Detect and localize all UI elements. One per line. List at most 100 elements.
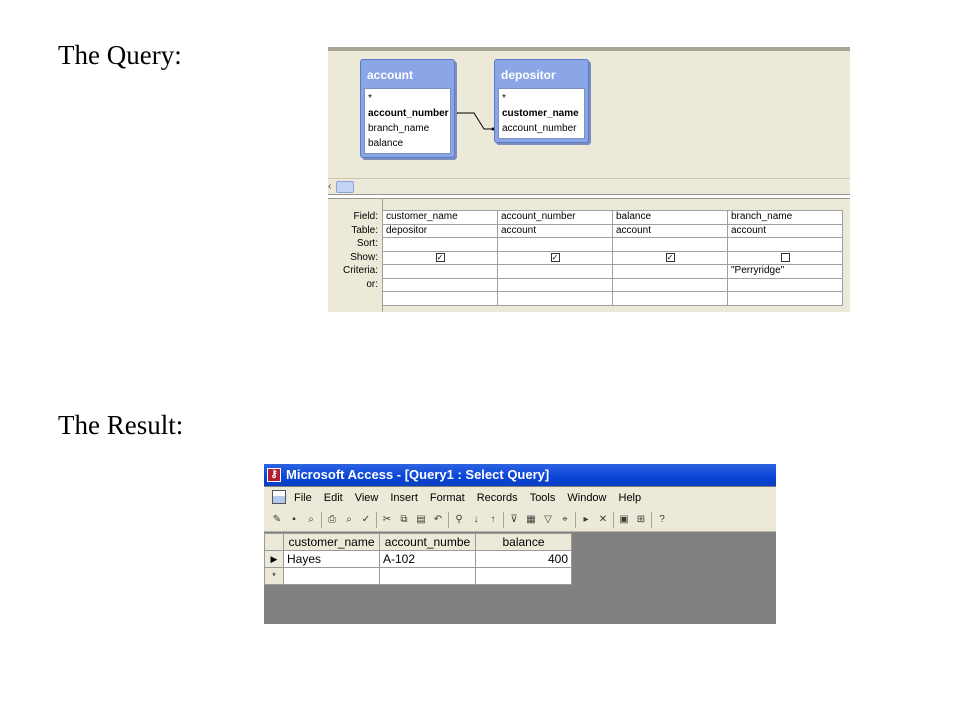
new-record-row: * [264, 567, 572, 585]
filter-form-icon[interactable]: ▦ [524, 513, 538, 527]
cut-icon[interactable]: ✂ [380, 513, 394, 527]
row-label-or: or: [366, 278, 378, 290]
menu-file[interactable]: File [294, 492, 312, 504]
new-record-icon[interactable]: * [264, 567, 284, 585]
menu-format[interactable]: Format [430, 492, 465, 504]
grid-row-show: ✓ ✓ ✓ [382, 250, 843, 265]
filter-selection-icon[interactable]: ⊽ [507, 513, 521, 527]
grid-row-sort [382, 237, 843, 252]
scroll-thumb[interactable] [336, 181, 354, 193]
sort-ascending-icon[interactable]: ↓ [469, 513, 483, 527]
table-cell[interactable] [475, 567, 572, 585]
table-cell[interactable]: A-102 [379, 550, 476, 568]
grid-cell[interactable]: "Perryridge" [727, 264, 843, 279]
toolbar: ✎ ▪ ⌕ ⎙ ⌕ ✓ ✂ ⧉ ▤ ↶ ⚲ ↓ ↑ ⊽ ▦ ▽ ⌖ ▸ ✕ ▣ [264, 508, 776, 532]
menu-insert[interactable]: Insert [390, 492, 418, 504]
row-label-criteria: Criteria: [342, 265, 378, 276]
show-checkbox[interactable] [780, 252, 790, 262]
grid-cell[interactable]: balance [612, 210, 728, 225]
table-box-depositor[interactable]: depositor * customer_name account_number [494, 59, 589, 143]
query-design-view: account * account_number branch_name bal… [328, 47, 850, 312]
toolbar-separator [321, 512, 322, 528]
grid-cell[interactable] [382, 237, 498, 252]
grid-cell[interactable]: depositor [382, 223, 498, 238]
field-item[interactable]: account_number [502, 121, 581, 136]
apply-filter-icon[interactable]: ▽ [541, 513, 555, 527]
row-label-table: Table: [351, 224, 378, 236]
grid-cell[interactable]: account [497, 223, 613, 238]
datasheet-icon[interactable] [272, 490, 286, 504]
scroll-left-icon[interactable]: ‹ [328, 181, 336, 193]
grid-cell[interactable] [382, 264, 498, 279]
grid-cell[interactable] [382, 277, 498, 292]
column-header[interactable]: customer_name [283, 533, 380, 551]
grid-cell[interactable] [612, 277, 728, 292]
new-record-icon[interactable]: ▸ [579, 513, 593, 527]
toolbar-separator [613, 512, 614, 528]
grid-cell[interactable] [497, 237, 613, 252]
grid-cell[interactable] [727, 237, 843, 252]
field-list: * customer_name account_number [498, 88, 585, 139]
table-cell[interactable]: Hayes [283, 550, 380, 568]
grid-cell[interactable] [612, 264, 728, 279]
search-icon[interactable]: ⌕ [304, 513, 318, 527]
hyperlink-icon[interactable]: ⚲ [452, 513, 466, 527]
header-corner[interactable] [264, 533, 284, 551]
database-window-icon[interactable]: ▣ [617, 513, 631, 527]
column-header[interactable]: balance [475, 533, 572, 551]
grid-cell[interactable] [497, 277, 613, 292]
field-item[interactable]: * [502, 91, 581, 106]
menu-view[interactable]: View [355, 492, 379, 504]
current-record-icon[interactable]: ▶ [264, 550, 284, 568]
field-item[interactable]: * [368, 91, 447, 106]
show-checkbox[interactable]: ✓ [550, 252, 560, 262]
undo-icon[interactable]: ↶ [431, 513, 445, 527]
grid-cell[interactable]: customer_name [382, 210, 498, 225]
grid-cell[interactable]: branch_name [727, 210, 843, 225]
delete-record-icon[interactable]: ✕ [596, 513, 610, 527]
sort-descending-icon[interactable]: ↑ [486, 513, 500, 527]
toolbar-separator [376, 512, 377, 528]
query-heading: The Query: [58, 40, 182, 70]
help-icon[interactable]: ? [655, 513, 669, 527]
table-row: ▶ Hayes A-102 400 [264, 550, 572, 568]
field-item[interactable]: account_number [368, 106, 449, 121]
menu-items: File Edit View Insert Format Records Too… [294, 487, 653, 508]
menu-edit[interactable]: Edit [324, 492, 343, 504]
grid-cell[interactable] [727, 277, 843, 292]
table-cell[interactable] [379, 567, 476, 585]
grid-cell[interactable]: account [612, 223, 728, 238]
column-header[interactable]: account_numbe [379, 533, 476, 551]
grid-cell[interactable] [497, 264, 613, 279]
menu-help[interactable]: Help [619, 492, 642, 504]
show-checkbox[interactable]: ✓ [435, 252, 445, 262]
field-item[interactable]: balance [368, 136, 447, 151]
field-item[interactable]: branch_name [368, 121, 447, 136]
access-key-icon: ⚷ [267, 468, 281, 482]
spelling-icon[interactable]: ✓ [359, 513, 373, 527]
field-item[interactable]: customer_name [502, 106, 581, 121]
menu-records[interactable]: Records [477, 492, 518, 504]
new-object-icon[interactable]: ⊞ [634, 513, 648, 527]
horizontal-scrollbar[interactable]: ‹ [328, 178, 850, 194]
table-box-account[interactable]: account * account_number branch_name bal… [360, 59, 455, 158]
menu-tools[interactable]: Tools [530, 492, 556, 504]
grid-row-table: depositor account account account [382, 223, 843, 238]
table-cell[interactable]: 400 [475, 550, 572, 568]
window-title-bar[interactable]: ⚷ Microsoft Access - [Query1 : Select Qu… [264, 464, 776, 486]
paste-icon[interactable]: ▤ [414, 513, 428, 527]
show-checkbox[interactable]: ✓ [665, 252, 675, 262]
print-icon[interactable]: ⎙ [325, 513, 339, 527]
table-cell[interactable] [283, 567, 380, 585]
design-grid: customer_name account_number balance bra… [382, 210, 843, 306]
grid-cell[interactable]: account_number [497, 210, 613, 225]
copy-icon[interactable]: ⧉ [397, 513, 411, 527]
grid-cell[interactable]: account [727, 223, 843, 238]
print-preview-icon[interactable]: ⌕ [342, 513, 356, 527]
find-icon[interactable]: ⌖ [558, 513, 572, 527]
view-icon[interactable]: ✎ [270, 513, 284, 527]
toolbar-separator [448, 512, 449, 528]
save-icon[interactable]: ▪ [287, 513, 301, 527]
menu-window[interactable]: Window [567, 492, 606, 504]
grid-cell[interactable] [612, 237, 728, 252]
